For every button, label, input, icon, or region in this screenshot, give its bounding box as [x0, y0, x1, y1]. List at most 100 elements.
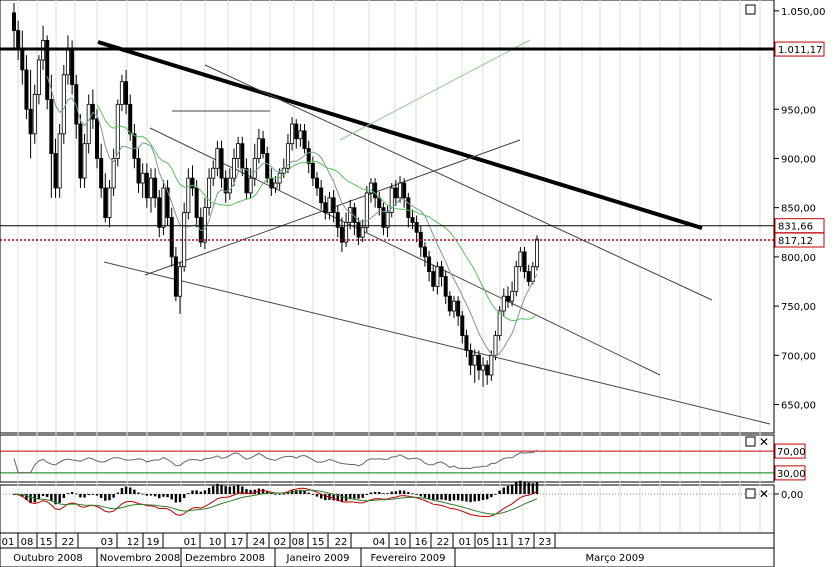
- y-tick-label: 700,00: [781, 351, 816, 362]
- macd-histogram-bar: [427, 494, 431, 500]
- x-day-label: 01: [459, 537, 472, 548]
- price-tag-label: 817,12: [778, 236, 813, 247]
- candle-body: [485, 364, 490, 376]
- candle-body: [414, 222, 419, 233]
- maximize-icon[interactable]: [745, 488, 756, 499]
- candle-body: [82, 143, 87, 179]
- x-day-label: 23: [539, 537, 552, 548]
- macd-histogram-bar: [373, 491, 377, 494]
- macd-histogram-bar: [141, 493, 144, 495]
- macd-histogram-bar: [216, 483, 219, 494]
- macd-histogram-bar: [506, 485, 510, 494]
- candle-body: [124, 81, 129, 105]
- macd-histogram-bar: [444, 494, 447, 501]
- candle-body: [518, 251, 523, 268]
- macd-histogram-bar: [423, 494, 427, 498]
- candle-body: [381, 207, 386, 228]
- candle-body: [427, 256, 432, 273]
- macd-histogram-bar: [307, 492, 310, 494]
- macd-histogram-bar: [116, 492, 119, 494]
- candle-body: [70, 49, 75, 86]
- macd-histogram-bar: [174, 494, 178, 503]
- y-tick-label: 1.050,00: [781, 7, 826, 18]
- candle-body: [422, 246, 427, 258]
- macd-histogram-bar: [87, 494, 90, 496]
- x-day-label: 15: [312, 537, 325, 548]
- candle-body: [472, 354, 477, 366]
- macd-histogram-bar: [415, 494, 418, 495]
- macd-histogram-bar: [490, 494, 493, 498]
- candle-body: [269, 177, 274, 189]
- candle-body: [505, 295, 510, 302]
- candle-body: [306, 148, 311, 164]
- candle-body: [443, 276, 448, 297]
- x-day-label: 03: [101, 537, 114, 548]
- candle-body: [78, 123, 83, 179]
- candle-body: [460, 315, 465, 336]
- macd-histogram-bar: [394, 491, 398, 494]
- candle-body: [236, 143, 241, 159]
- macd-histogram-bar: [232, 486, 236, 494]
- maximize-icon[interactable]: [745, 4, 756, 15]
- macd-histogram-bar: [311, 494, 315, 495]
- candle-body: [132, 133, 137, 159]
- macd-histogram-bar: [365, 494, 369, 496]
- macd-histogram-bar: [153, 494, 157, 497]
- x-day-label: 12: [127, 537, 140, 548]
- macd-histogram-bar: [108, 494, 111, 501]
- macd-histogram-bar: [440, 494, 443, 500]
- macd-histogram-bar: [407, 492, 410, 494]
- candle-body: [136, 158, 141, 184]
- candle-body: [53, 153, 58, 189]
- candle-body: [111, 158, 116, 189]
- candle-body: [20, 47, 25, 71]
- macd-histogram-bar: [469, 494, 472, 503]
- candle-body: [65, 49, 70, 76]
- candle-body: [319, 187, 324, 204]
- macd-histogram-bar: [390, 491, 393, 494]
- x-day-label: 11: [496, 537, 509, 548]
- x-day-label: 08: [21, 537, 34, 548]
- candle-body: [169, 217, 174, 258]
- y-tick-label: 900,00: [781, 154, 816, 165]
- candle-body: [501, 295, 506, 312]
- close-icon[interactable]: ✕: [759, 435, 769, 449]
- candle-body: [323, 202, 328, 213]
- macd-histogram-bar: [502, 487, 505, 494]
- candle-body: [265, 153, 270, 179]
- candle-body: [28, 108, 33, 135]
- y-tick-label: 750,00: [781, 302, 816, 313]
- candle-body: [128, 103, 133, 135]
- macd-histogram-bar: [203, 490, 207, 494]
- maximize-icon[interactable]: [745, 436, 756, 447]
- candle-body: [373, 182, 378, 199]
- candle-body: [36, 59, 41, 95]
- candle-body: [522, 251, 527, 273]
- macd-histogram-bar: [510, 484, 514, 494]
- close-icon[interactable]: ✕: [759, 487, 769, 501]
- candle-body: [327, 197, 332, 213]
- candle-body: [356, 222, 361, 238]
- candle-body: [248, 177, 253, 194]
- candle-body: [526, 271, 531, 282]
- candle-body: [261, 138, 266, 154]
- macd-histogram-bar: [104, 494, 107, 501]
- candle-body: [61, 74, 66, 135]
- macd-histogram-bar: [91, 494, 95, 495]
- macd-histogram-bar: [212, 485, 215, 494]
- candle-body: [16, 30, 21, 49]
- macd-histogram-bar: [75, 493, 78, 495]
- macd-histogram-bar: [145, 494, 149, 496]
- candle-body: [219, 148, 224, 179]
- macd-histogram-bar: [481, 494, 485, 501]
- candle-body: [144, 172, 149, 199]
- macd-zero-label: 0,00: [781, 490, 803, 501]
- y-tick-label: 650,00: [781, 400, 816, 411]
- macd-histogram-bar: [187, 493, 190, 494]
- macd-histogram-bar: [498, 490, 501, 494]
- macd-histogram-bar: [220, 484, 223, 494]
- x-day-label: 01: [184, 537, 197, 548]
- macd-histogram-bar: [436, 494, 439, 500]
- macd-histogram-bar: [58, 494, 61, 503]
- candle-body: [402, 182, 407, 199]
